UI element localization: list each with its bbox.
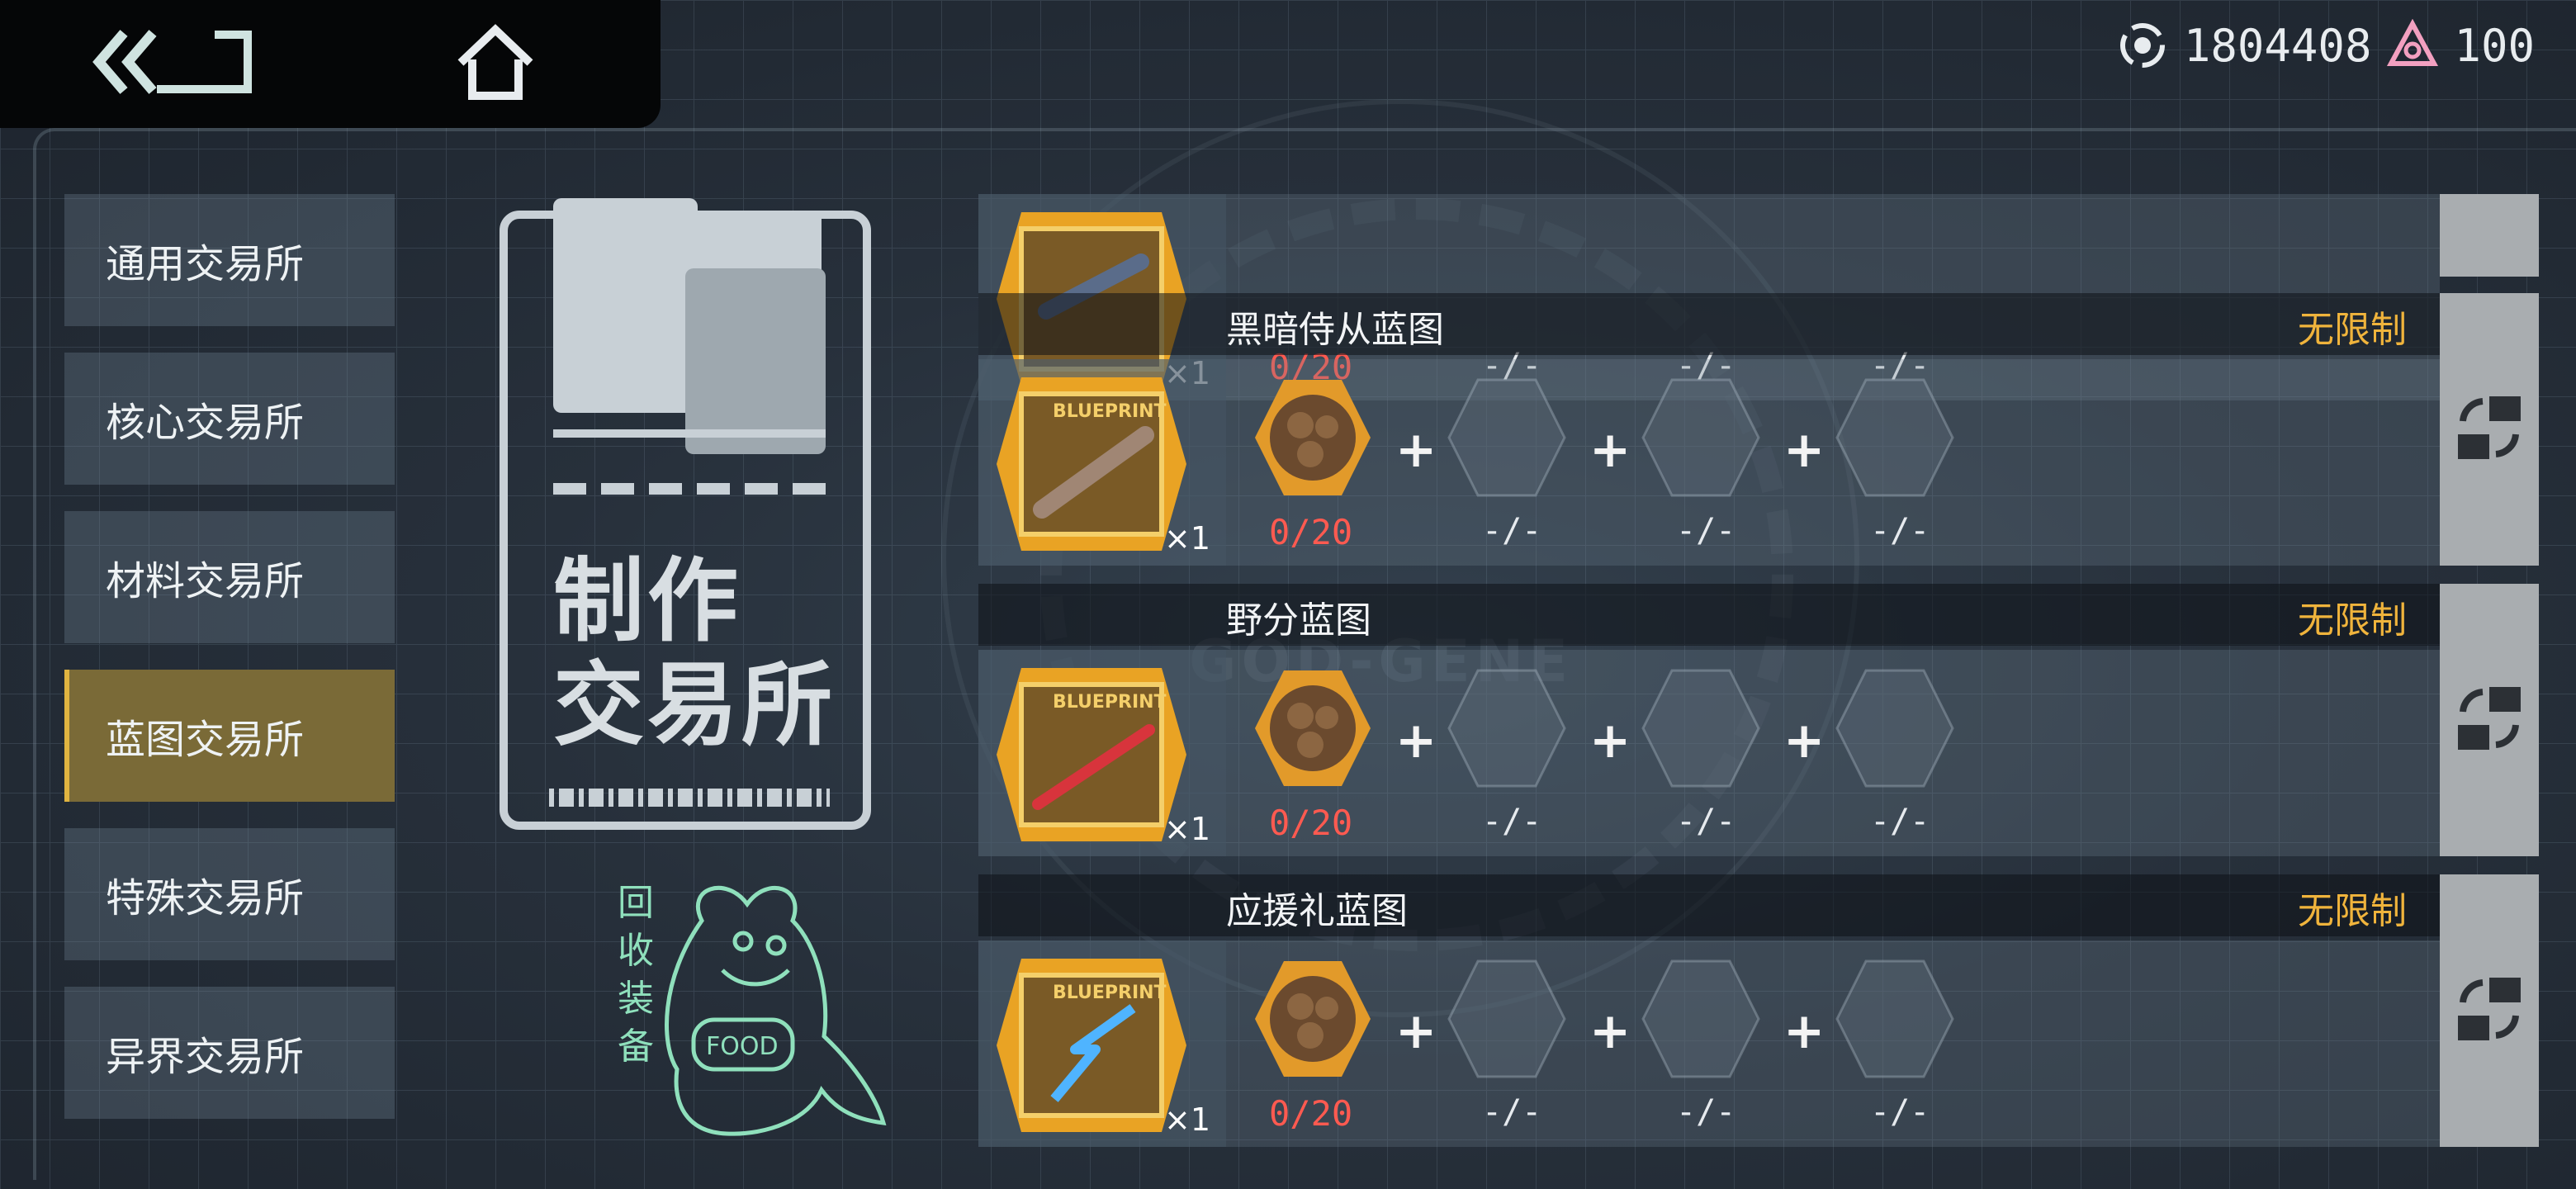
empty-slot-icon[interactable]	[1445, 957, 1569, 1081]
plus-icon: +	[1589, 421, 1631, 479]
slot-count: -/-	[1482, 803, 1542, 841]
sidebar-item-label: 核心交易所	[106, 400, 305, 446]
slot-count: -/-	[1676, 803, 1736, 841]
recipe-limit: 无限制	[2298, 309, 2407, 351]
plus-icon: +	[1783, 421, 1825, 479]
exchange-icon	[2458, 396, 2521, 459]
ore-material-icon[interactable]	[1251, 376, 1375, 500]
recipe-list: ×1 0/20 -/- -/- -/- 黑暗侍从蓝图 无限制 BLUEPRINT…	[978, 194, 2547, 1160]
empty-slot-icon[interactable]	[1639, 666, 1763, 790]
empty-slot-icon[interactable]	[1833, 957, 1957, 1081]
home-button[interactable]	[454, 23, 537, 102]
home-icon	[457, 24, 533, 100]
slot-count: -/-	[1870, 512, 1930, 550]
ore-material-icon[interactable]	[1251, 666, 1375, 790]
exchange-icon	[2458, 978, 2521, 1040]
recipe-name: 野分蓝图	[1226, 599, 1371, 642]
svg-text:BLUEPRINT: BLUEPRINT	[1053, 401, 1167, 422]
empty-slot-icon[interactable]	[1833, 376, 1957, 500]
sidebar-item-special-exchange[interactable]: 特殊交易所	[64, 828, 395, 960]
plus-icon: +	[1783, 1002, 1825, 1060]
sidebar-item-label: 异界交易所	[106, 1034, 305, 1080]
double-chevron-left-icon	[92, 30, 252, 94]
card-barcode	[549, 789, 830, 807]
craft-button[interactable]	[2440, 293, 2539, 566]
plus-icon: +	[1783, 712, 1825, 770]
recipe-thumbnail[interactable]: BLUEPRINT ×1	[978, 940, 1226, 1147]
card-graphic-dashes	[553, 483, 826, 495]
blueprint-icon: BLUEPRINT	[997, 959, 1186, 1132]
craft-button[interactable]	[2440, 194, 2539, 277]
top-nav-bar	[0, 0, 661, 128]
card-title: 制作 交易所	[553, 548, 836, 758]
card-graphic-line	[553, 429, 826, 438]
sidebar-item-label: 通用交易所	[106, 241, 305, 287]
recipe-limit: 无限制	[2298, 599, 2407, 642]
plus-icon: +	[1589, 1002, 1631, 1060]
ore-material-icon[interactable]	[1251, 957, 1375, 1081]
slot-count: -/-	[1482, 512, 1542, 550]
craft-button[interactable]	[2440, 874, 2539, 1147]
empty-slot-icon[interactable]	[1445, 376, 1569, 500]
blueprint-quantity: ×1	[1164, 520, 1211, 557]
card-graphic-block	[673, 211, 822, 277]
blueprint-icon: BLUEPRINT	[997, 668, 1186, 841]
sidebar-item-general-exchange[interactable]: 通用交易所	[64, 194, 395, 326]
material-count: 0/20	[1269, 803, 1353, 843]
card-graphic-block	[685, 268, 826, 454]
sidebar-item-label: 蓝图交易所	[106, 717, 305, 763]
exchange-icon	[2458, 687, 2521, 750]
sidebar-item-blueprint-exchange[interactable]: 蓝图交易所	[64, 670, 395, 802]
recipe-header: 应援礼蓝图 无限制	[978, 874, 2440, 936]
sidebar-item-label: 材料交易所	[106, 558, 305, 604]
mascot-sign-text: FOOD	[706, 1032, 779, 1061]
recipe-name: 应援礼蓝图	[1226, 890, 1408, 932]
empty-slot-icon[interactable]	[1445, 666, 1569, 790]
plus-icon: +	[1395, 421, 1437, 479]
slot-count: -/-	[1676, 1093, 1736, 1131]
crystal-amount: 100	[2454, 19, 2535, 72]
recycle-mascot-icon[interactable]: FOOD	[603, 871, 900, 1144]
plus-icon: +	[1589, 712, 1631, 770]
exchange-sidebar: 通用交易所 核心交易所 材料交易所 蓝图交易所 特殊交易所 异界交易所	[64, 194, 395, 1145]
empty-slot-icon[interactable]	[1639, 376, 1763, 500]
recipe-thumbnail[interactable]: BLUEPRINT ×1	[978, 359, 1226, 566]
crystal-currency-icon	[2387, 19, 2439, 66]
svg-text:BLUEPRINT: BLUEPRINT	[1053, 692, 1167, 713]
sidebar-item-label: 特殊交易所	[106, 875, 305, 921]
slot-count: -/-	[1676, 512, 1736, 550]
plus-icon: +	[1395, 712, 1437, 770]
sidebar-item-otherworld-exchange[interactable]: 异界交易所	[64, 987, 395, 1119]
gold-amount: 1804408	[2183, 19, 2372, 72]
sidebar-item-core-exchange[interactable]: 核心交易所	[64, 353, 395, 485]
blueprint-icon: BLUEPRINT	[997, 377, 1186, 551]
blueprint-quantity: ×1	[1164, 811, 1211, 847]
svg-text:BLUEPRINT: BLUEPRINT	[1053, 983, 1167, 1003]
slot-count: -/-	[1870, 803, 1930, 841]
sidebar-item-material-exchange[interactable]: 材料交易所	[64, 511, 395, 643]
craft-button[interactable]	[2440, 584, 2539, 856]
slot-count: -/-	[1870, 1093, 1930, 1131]
crafting-exchange-card: 制作 交易所	[500, 198, 871, 830]
empty-slot-icon[interactable]	[1639, 957, 1763, 1081]
recipe-thumbnail[interactable]: BLUEPRINT ×1	[978, 650, 1226, 856]
currency-bar: 1804408 100	[2116, 17, 2535, 74]
recipe-header: 野分蓝图 无限制	[978, 584, 2440, 646]
blueprint-quantity: ×1	[1164, 1101, 1211, 1138]
back-button[interactable]	[91, 25, 264, 99]
slot-count: -/-	[1482, 1093, 1542, 1131]
recipe-name: 黑暗侍从蓝图	[1226, 309, 1444, 351]
recipe-limit: 无限制	[2298, 890, 2407, 932]
material-count: 0/20	[1269, 1093, 1353, 1134]
plus-icon: +	[1395, 1002, 1437, 1060]
material-count: 0/20	[1269, 512, 1353, 552]
gold-currency-icon	[2119, 23, 2165, 68]
recipe-header: 黑暗侍从蓝图 无限制	[978, 293, 2440, 355]
empty-slot-icon[interactable]	[1833, 666, 1957, 790]
